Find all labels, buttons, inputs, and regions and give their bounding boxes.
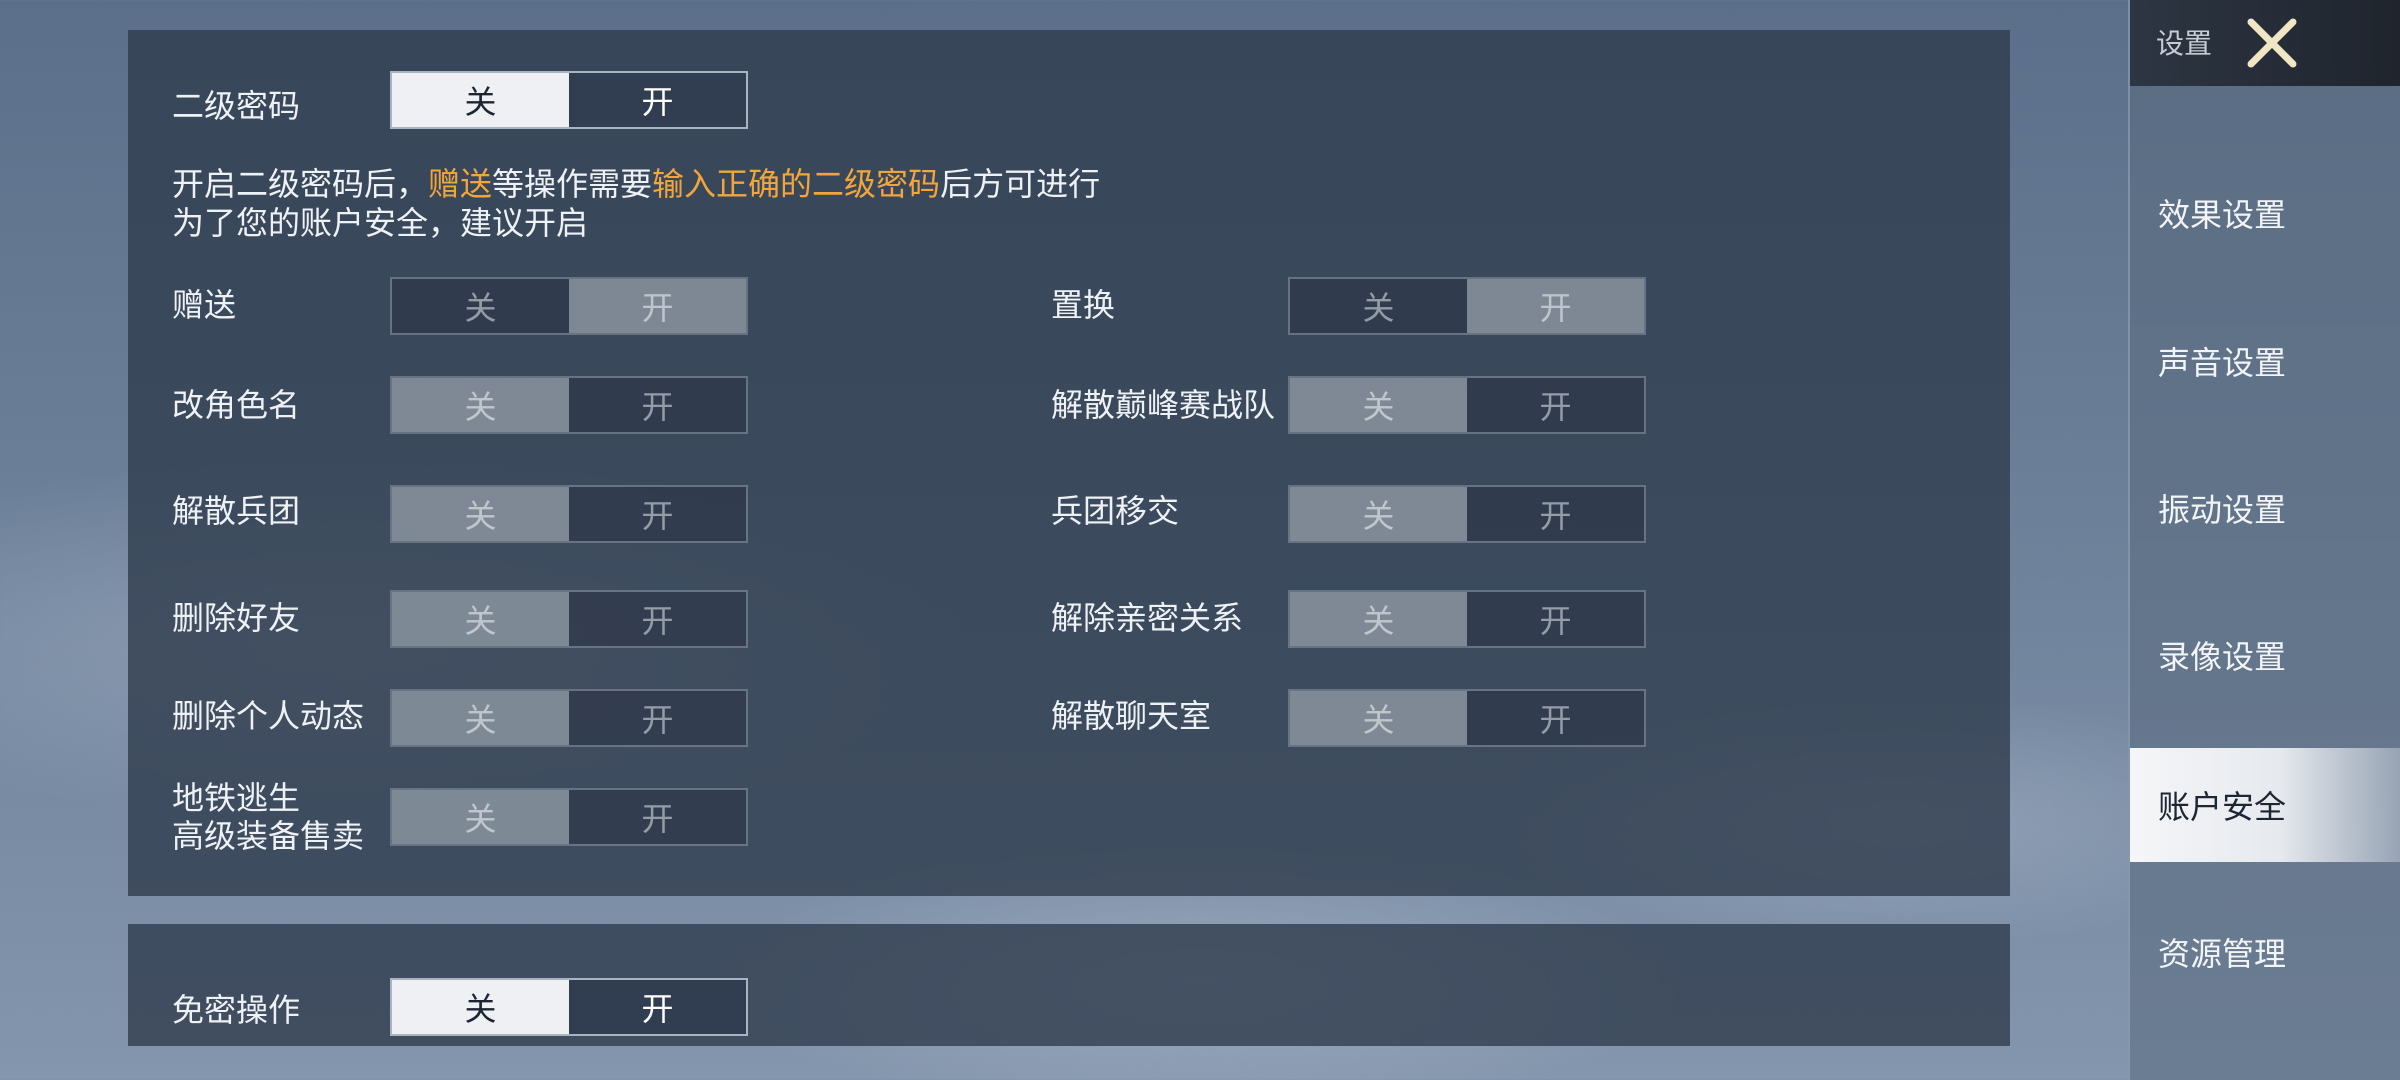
- secondary-password-advice: 为了您的账户安全，建议开启: [172, 204, 589, 242]
- secondary-password-label: 二级密码: [172, 87, 301, 125]
- delete-friend-toggle[interactable]: 关 开: [390, 590, 748, 648]
- toggle-on-option[interactable]: 开: [1467, 487, 1644, 541]
- desc-text: 后方可进行: [940, 165, 1101, 203]
- close-button[interactable]: [2226, 10, 2318, 76]
- close-x-icon: [2247, 18, 2297, 68]
- gift-toggle[interactable]: 关 开: [390, 277, 748, 335]
- toggle-off-option[interactable]: 关: [392, 73, 569, 127]
- disband-chatroom-toggle[interactable]: 关 开: [1288, 689, 1646, 747]
- toggle-off-option[interactable]: 关: [1290, 592, 1467, 646]
- delete-moments-toggle[interactable]: 关 开: [390, 689, 748, 747]
- toggle-off-option[interactable]: 关: [392, 487, 569, 541]
- nav-item-label: 效果设置: [2158, 196, 2287, 234]
- option-label-disband-chatroom: 解散聊天室: [1051, 697, 1212, 735]
- nav-item-recording[interactable]: 录像设置: [2130, 598, 2400, 712]
- password-free-toggle[interactable]: 关 开: [390, 978, 748, 1036]
- option-label-delete-moments: 删除个人动态: [172, 697, 365, 735]
- option-label-rename-character: 改角色名: [172, 386, 301, 424]
- option-label-disband-peak-team: 解散巅峰赛战队: [1051, 386, 1276, 424]
- nav-item-label: 资源管理: [2158, 935, 2287, 973]
- nav-item-label: 振动设置: [2158, 491, 2287, 529]
- toggle-on-option[interactable]: 开: [569, 378, 746, 432]
- option-label-metro-line1: 地铁逃生: [172, 779, 301, 817]
- exchange-toggle[interactable]: 关 开: [1288, 277, 1646, 335]
- nav-item-resource-management[interactable]: 资源管理: [2130, 895, 2400, 1009]
- nav-item-account-security[interactable]: 账户安全: [2130, 748, 2400, 862]
- nav-item-label: 声音设置: [2158, 344, 2287, 382]
- desc-text: 等操作需要: [492, 165, 653, 203]
- toggle-off-option[interactable]: 关: [392, 691, 569, 745]
- option-label-remove-intimacy: 解除亲密关系: [1051, 599, 1244, 637]
- toggle-on-option[interactable]: 开: [1467, 378, 1644, 432]
- toggle-on-option[interactable]: 开: [569, 790, 746, 844]
- settings-sidebar: 设置 效果设置 声音设置 振动设置 录像设置 账户安全 资源管理: [2128, 0, 2400, 1080]
- desc-highlight: 赠送: [428, 165, 493, 203]
- toggle-on-option[interactable]: 开: [569, 592, 746, 646]
- toggle-off-option[interactable]: 关: [392, 592, 569, 646]
- secondary-password-panel: [128, 30, 2010, 896]
- toggle-off-option[interactable]: 关: [1290, 691, 1467, 745]
- option-label-exchange: 置换: [1051, 286, 1116, 324]
- toggle-off-option[interactable]: 关: [392, 279, 569, 333]
- toggle-off-option[interactable]: 关: [392, 790, 569, 844]
- transfer-legion-toggle[interactable]: 关 开: [1288, 485, 1646, 543]
- toggle-on-option[interactable]: 开: [569, 279, 746, 333]
- toggle-on-option[interactable]: 开: [569, 691, 746, 745]
- toggle-on-option[interactable]: 开: [569, 980, 746, 1034]
- toggle-off-option[interactable]: 关: [392, 980, 569, 1034]
- option-label-gift: 赠送: [172, 286, 237, 324]
- disband-legion-toggle[interactable]: 关 开: [390, 485, 748, 543]
- toggle-on-option[interactable]: 开: [1467, 279, 1644, 333]
- toggle-off-option[interactable]: 关: [392, 378, 569, 432]
- toggle-on-option[interactable]: 开: [569, 487, 746, 541]
- option-label-delete-friend: 删除好友: [172, 599, 301, 637]
- metro-equipment-sale-toggle[interactable]: 关 开: [390, 788, 748, 846]
- desc-highlight: 输入正确的二级密码: [652, 165, 941, 203]
- toggle-on-option[interactable]: 开: [1467, 691, 1644, 745]
- nav-item-sound[interactable]: 声音设置: [2130, 304, 2400, 418]
- toggle-off-option[interactable]: 关: [1290, 487, 1467, 541]
- secondary-password-description: 开启二级密码后，赠送等操作需要输入正确的二级密码后方可进行: [172, 164, 1100, 204]
- rename-character-toggle[interactable]: 关 开: [390, 376, 748, 434]
- secondary-password-toggle[interactable]: 关 开: [390, 71, 748, 129]
- toggle-off-option[interactable]: 关: [1290, 378, 1467, 432]
- nav-item-vibration[interactable]: 振动设置: [2130, 451, 2400, 565]
- nav-item-label: 录像设置: [2158, 638, 2287, 676]
- nav-item-effects[interactable]: 效果设置: [2130, 156, 2400, 270]
- option-label-metro-line2: 高级装备售卖: [172, 817, 365, 855]
- desc-text: 开启二级密码后，: [172, 165, 429, 203]
- option-label-disband-legion: 解散兵团: [172, 492, 301, 530]
- toggle-on-option[interactable]: 开: [569, 73, 746, 127]
- sidebar-header: 设置: [2130, 0, 2400, 86]
- nav-item-label: 账户安全: [2158, 788, 2287, 826]
- disband-peak-team-toggle[interactable]: 关 开: [1288, 376, 1646, 434]
- remove-intimacy-toggle[interactable]: 关 开: [1288, 590, 1646, 648]
- password-free-label: 免密操作: [172, 991, 301, 1029]
- sidebar-title: 设置: [2156, 27, 2213, 60]
- option-label-transfer-legion: 兵团移交: [1051, 492, 1180, 530]
- toggle-off-option[interactable]: 关: [1290, 279, 1467, 333]
- toggle-on-option[interactable]: 开: [1467, 592, 1644, 646]
